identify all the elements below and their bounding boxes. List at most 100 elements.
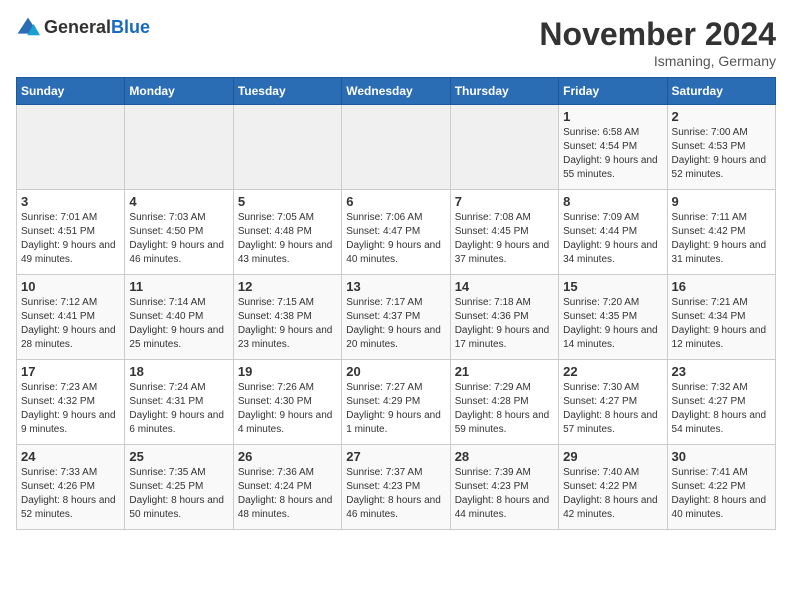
calendar-cell: 28 Sunrise: 7:39 AM Sunset: 4:23 PM Dayli… bbox=[450, 445, 558, 530]
day-number: 14 bbox=[455, 279, 554, 294]
day-number: 30 bbox=[672, 449, 771, 464]
calendar-week-row: 3 Sunrise: 7:01 AM Sunset: 4:51 PM Daylig… bbox=[17, 190, 776, 275]
calendar-cell bbox=[125, 105, 233, 190]
calendar-week-row: 1 Sunrise: 6:58 AM Sunset: 4:54 PM Daylig… bbox=[17, 105, 776, 190]
calendar-cell: 11 Sunrise: 7:14 AM Sunset: 4:40 PM Dayli… bbox=[125, 275, 233, 360]
day-info: Sunrise: 7:35 AM Sunset: 4:25 PM Dayligh… bbox=[129, 466, 228, 522]
day-number: 7 bbox=[455, 194, 554, 209]
day-number: 28 bbox=[455, 449, 554, 464]
day-info: Sunrise: 7:14 AM Sunset: 4:40 PM Dayligh… bbox=[129, 296, 228, 352]
day-info: Sunrise: 7:41 AM Sunset: 4:22 PM Dayligh… bbox=[672, 466, 771, 522]
day-number: 26 bbox=[238, 449, 337, 464]
calendar-cell: 3 Sunrise: 7:01 AM Sunset: 4:51 PM Daylig… bbox=[17, 190, 125, 275]
logo-icon bbox=[16, 16, 40, 40]
day-info: Sunrise: 7:17 AM Sunset: 4:37 PM Dayligh… bbox=[346, 296, 445, 352]
calendar-cell: 4 Sunrise: 7:03 AM Sunset: 4:50 PM Daylig… bbox=[125, 190, 233, 275]
day-info: Sunrise: 7:30 AM Sunset: 4:27 PM Dayligh… bbox=[563, 381, 662, 437]
day-number: 24 bbox=[21, 449, 120, 464]
day-info: Sunrise: 7:15 AM Sunset: 4:38 PM Dayligh… bbox=[238, 296, 337, 352]
calendar-cell: 13 Sunrise: 7:17 AM Sunset: 4:37 PM Dayli… bbox=[342, 275, 450, 360]
weekday-header: Sunday bbox=[17, 78, 125, 105]
day-info: Sunrise: 7:23 AM Sunset: 4:32 PM Dayligh… bbox=[21, 381, 120, 437]
calendar-cell: 30 Sunrise: 7:41 AM Sunset: 4:22 PM Dayli… bbox=[667, 445, 775, 530]
day-number: 15 bbox=[563, 279, 662, 294]
day-number: 16 bbox=[672, 279, 771, 294]
calendar-cell: 15 Sunrise: 7:20 AM Sunset: 4:35 PM Dayli… bbox=[559, 275, 667, 360]
day-number: 9 bbox=[672, 194, 771, 209]
day-number: 8 bbox=[563, 194, 662, 209]
day-number: 3 bbox=[21, 194, 120, 209]
calendar-cell: 26Sunrise: 7:36 AM Sunset: 4:24 PM Dayli… bbox=[233, 445, 341, 530]
day-number: 1 bbox=[563, 109, 662, 124]
weekday-header: Thursday bbox=[450, 78, 558, 105]
calendar-cell: 18Sunrise: 7:24 AM Sunset: 4:31 PM Dayli… bbox=[125, 360, 233, 445]
day-number: 17 bbox=[21, 364, 120, 379]
calendar-cell: 7 Sunrise: 7:08 AM Sunset: 4:45 PM Daylig… bbox=[450, 190, 558, 275]
day-number: 11 bbox=[129, 279, 228, 294]
day-number: 5 bbox=[238, 194, 337, 209]
day-number: 6 bbox=[346, 194, 445, 209]
calendar-cell: 10 Sunrise: 7:12 AM Sunset: 4:41 PM Dayli… bbox=[17, 275, 125, 360]
day-number: 4 bbox=[129, 194, 228, 209]
day-number: 13 bbox=[346, 279, 445, 294]
weekday-header: Tuesday bbox=[233, 78, 341, 105]
day-info: Sunrise: 7:11 AM Sunset: 4:42 PM Dayligh… bbox=[672, 211, 771, 267]
day-info: Sunrise: 7:32 AM Sunset: 4:27 PM Dayligh… bbox=[672, 381, 771, 437]
day-info: Sunrise: 7:05 AM Sunset: 4:48 PM Dayligh… bbox=[238, 211, 337, 267]
calendar-cell: 22Sunrise: 7:30 AM Sunset: 4:27 PM Dayli… bbox=[559, 360, 667, 445]
header: GeneralBlue November 2024 Ismaning, Germ… bbox=[16, 16, 776, 69]
day-info: Sunrise: 7:24 AM Sunset: 4:31 PM Dayligh… bbox=[129, 381, 228, 437]
calendar-cell: 17 Sunrise: 7:23 AM Sunset: 4:32 PM Dayli… bbox=[17, 360, 125, 445]
calendar-cell: 1 Sunrise: 6:58 AM Sunset: 4:54 PM Daylig… bbox=[559, 105, 667, 190]
day-info: Sunrise: 7:00 AM Sunset: 4:53 PM Dayligh… bbox=[672, 126, 771, 182]
header-row: SundayMondayTuesdayWednesdayThursdayFrid… bbox=[17, 78, 776, 105]
calendar-cell: 14 Sunrise: 7:18 AM Sunset: 4:36 PM Dayli… bbox=[450, 275, 558, 360]
logo: GeneralBlue bbox=[16, 16, 150, 40]
calendar-week-row: 24 Sunrise: 7:33 AM Sunset: 4:26 PM Dayli… bbox=[17, 445, 776, 530]
calendar-cell bbox=[450, 105, 558, 190]
calendar-week-row: 17 Sunrise: 7:23 AM Sunset: 4:32 PM Dayli… bbox=[17, 360, 776, 445]
day-info: Sunrise: 7:03 AM Sunset: 4:50 PM Dayligh… bbox=[129, 211, 228, 267]
day-info: Sunrise: 7:40 AM Sunset: 4:22 PM Dayligh… bbox=[563, 466, 662, 522]
day-number: 25 bbox=[129, 449, 228, 464]
day-number: 12 bbox=[238, 279, 337, 294]
day-info: Sunrise: 7:20 AM Sunset: 4:35 PM Dayligh… bbox=[563, 296, 662, 352]
day-number: 10 bbox=[21, 279, 120, 294]
calendar-cell bbox=[17, 105, 125, 190]
calendar-cell: 2Sunrise: 7:00 AM Sunset: 4:53 PM Daylig… bbox=[667, 105, 775, 190]
calendar-cell bbox=[233, 105, 341, 190]
calendar-cell: 12 Sunrise: 7:15 AM Sunset: 4:38 PM Dayli… bbox=[233, 275, 341, 360]
day-info: Sunrise: 7:21 AM Sunset: 4:34 PM Dayligh… bbox=[672, 296, 771, 352]
weekday-header: Friday bbox=[559, 78, 667, 105]
day-info: Sunrise: 7:33 AM Sunset: 4:26 PM Dayligh… bbox=[21, 466, 120, 522]
day-info: Sunrise: 7:39 AM Sunset: 4:23 PM Dayligh… bbox=[455, 466, 554, 522]
day-info: Sunrise: 6:58 AM Sunset: 4:54 PM Dayligh… bbox=[563, 126, 662, 182]
day-number: 23 bbox=[672, 364, 771, 379]
calendar-table: SundayMondayTuesdayWednesdayThursdayFrid… bbox=[16, 77, 776, 530]
calendar-cell: 5 Sunrise: 7:05 AM Sunset: 4:48 PM Daylig… bbox=[233, 190, 341, 275]
calendar-cell bbox=[342, 105, 450, 190]
calendar-cell: 9 Sunrise: 7:11 AM Sunset: 4:42 PM Daylig… bbox=[667, 190, 775, 275]
weekday-header: Monday bbox=[125, 78, 233, 105]
day-info: Sunrise: 7:27 AM Sunset: 4:29 PM Dayligh… bbox=[346, 381, 445, 437]
calendar-cell: 21Sunrise: 7:29 AM Sunset: 4:28 PM Dayli… bbox=[450, 360, 558, 445]
calendar-cell: 29 Sunrise: 7:40 AM Sunset: 4:22 PM Dayli… bbox=[559, 445, 667, 530]
day-info: Sunrise: 7:18 AM Sunset: 4:36 PM Dayligh… bbox=[455, 296, 554, 352]
logo-blue: Blue bbox=[111, 17, 150, 37]
calendar-cell: 16 Sunrise: 7:21 AM Sunset: 4:34 PM Dayli… bbox=[667, 275, 775, 360]
day-number: 29 bbox=[563, 449, 662, 464]
day-info: Sunrise: 7:08 AM Sunset: 4:45 PM Dayligh… bbox=[455, 211, 554, 267]
calendar-cell: 24 Sunrise: 7:33 AM Sunset: 4:26 PM Dayli… bbox=[17, 445, 125, 530]
calendar-cell: 19Sunrise: 7:26 AM Sunset: 4:30 PM Dayli… bbox=[233, 360, 341, 445]
day-info: Sunrise: 7:12 AM Sunset: 4:41 PM Dayligh… bbox=[21, 296, 120, 352]
day-number: 27 bbox=[346, 449, 445, 464]
month-title: November 2024 bbox=[539, 16, 776, 53]
weekday-header: Saturday bbox=[667, 78, 775, 105]
title-area: November 2024 Ismaning, Germany bbox=[539, 16, 776, 69]
day-info: Sunrise: 7:26 AM Sunset: 4:30 PM Dayligh… bbox=[238, 381, 337, 437]
calendar-cell: 6 Sunrise: 7:06 AM Sunset: 4:47 PM Daylig… bbox=[342, 190, 450, 275]
weekday-header: Wednesday bbox=[342, 78, 450, 105]
day-info: Sunrise: 7:06 AM Sunset: 4:47 PM Dayligh… bbox=[346, 211, 445, 267]
day-info: Sunrise: 7:01 AM Sunset: 4:51 PM Dayligh… bbox=[21, 211, 120, 267]
calendar-cell: 20Sunrise: 7:27 AM Sunset: 4:29 PM Dayli… bbox=[342, 360, 450, 445]
